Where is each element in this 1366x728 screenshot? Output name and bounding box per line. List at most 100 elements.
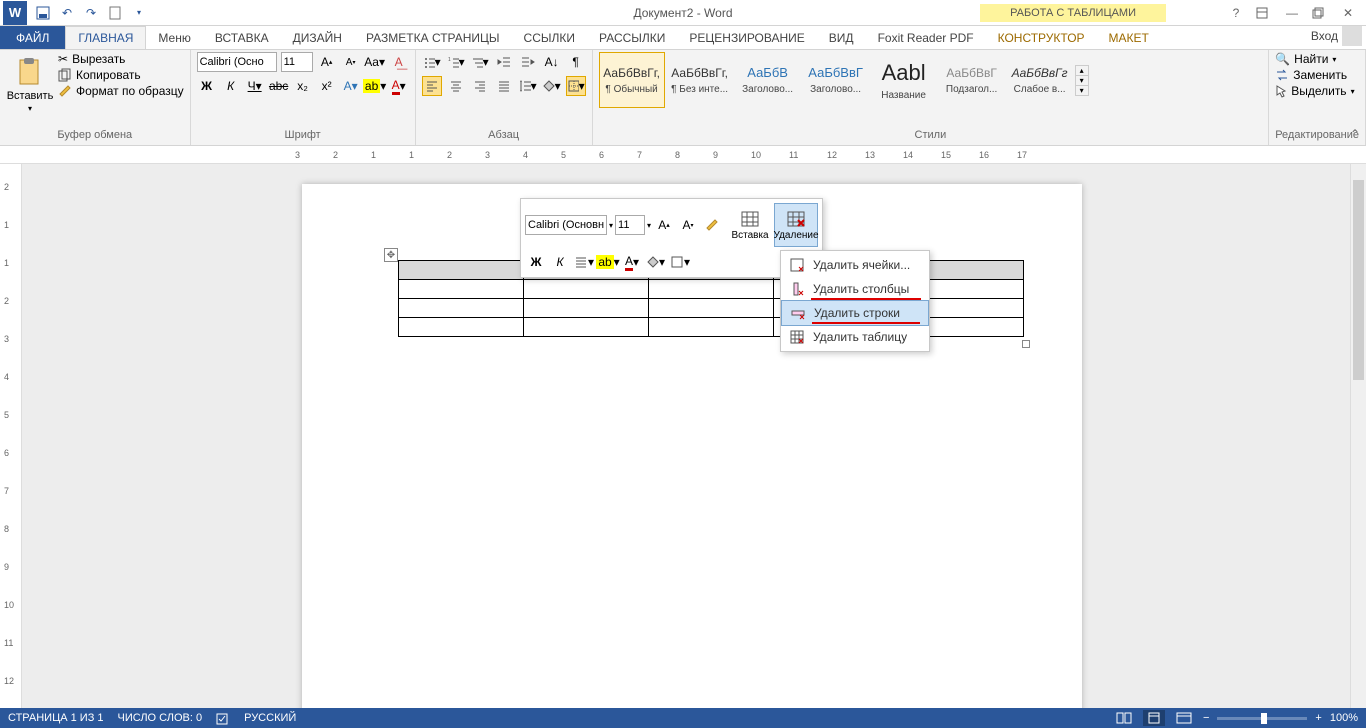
underline-button[interactable]: Ч▾ (245, 76, 265, 96)
align-center-button[interactable] (446, 76, 466, 96)
style-subtitle[interactable]: АаБбВвГПодзагол... (939, 52, 1005, 108)
clear-format-icon[interactable]: A͟ (389, 52, 409, 72)
strike-button[interactable]: abc (269, 76, 289, 96)
redo-icon[interactable]: ↷ (83, 5, 99, 21)
close-icon[interactable]: ✕ (1340, 6, 1356, 20)
align-left-button[interactable] (422, 76, 442, 96)
tab-design[interactable]: ДИЗАЙН (281, 26, 354, 49)
mini-borders-icon[interactable]: ▾ (669, 251, 691, 273)
mini-italic-button[interactable]: К (549, 251, 571, 273)
scrollbar-thumb[interactable] (1353, 180, 1364, 380)
style-no-spacing[interactable]: АаБбВвГг,¶ Без инте... (667, 52, 733, 108)
undo-icon[interactable]: ↶ (59, 5, 75, 21)
select-button[interactable]: Выделить▾ (1275, 84, 1354, 98)
minimize-icon[interactable]: — (1284, 6, 1300, 20)
mini-font-name[interactable] (525, 215, 607, 235)
table-move-handle-icon[interactable]: ✥ (384, 248, 398, 262)
delete-columns-item[interactable]: Удалить столбцы (781, 277, 929, 301)
tab-foxit[interactable]: Foxit Reader PDF (866, 26, 986, 49)
tab-menu[interactable]: Меню (146, 26, 202, 49)
mini-bold-button[interactable]: Ж (525, 251, 547, 273)
ruler-horizontal[interactable]: 3211234567891011121314151617 (0, 146, 1366, 164)
zoom-out-button[interactable]: − (1203, 712, 1209, 724)
paste-button[interactable]: Вставить ▾ (6, 52, 54, 117)
status-proof-icon[interactable] (216, 711, 230, 725)
delete-rows-item[interactable]: Удалить строки (781, 300, 929, 326)
tab-view[interactable]: ВИД (817, 26, 866, 49)
mini-format-painter-icon[interactable] (701, 214, 723, 236)
copy-button[interactable]: Копировать (58, 68, 184, 82)
mini-shading-icon[interactable]: ▾ (645, 251, 667, 273)
align-justify-button[interactable] (494, 76, 514, 96)
font-size-input[interactable] (281, 52, 313, 72)
status-language[interactable]: РУССКИЙ (244, 712, 296, 724)
tab-mailings[interactable]: РАССЫЛКИ (587, 26, 677, 49)
styles-gallery-scroll[interactable]: ▴▾▾ (1075, 65, 1089, 96)
borders-icon[interactable]: ▾ (566, 76, 586, 96)
vertical-scrollbar[interactable] (1350, 164, 1366, 708)
tab-insert[interactable]: ВСТАВКА (203, 26, 281, 49)
view-web-icon[interactable] (1173, 710, 1195, 726)
signin[interactable]: Вход (1311, 26, 1362, 46)
highlight-icon[interactable]: ab▾ (365, 76, 385, 96)
delete-table-item[interactable]: Удалить таблицу (781, 325, 929, 349)
indent-left-icon[interactable] (494, 52, 514, 72)
style-normal[interactable]: АаБбВвГг,¶ Обычный (599, 52, 665, 108)
mini-font-size[interactable] (615, 215, 645, 235)
mini-delete-button[interactable]: Удаление (774, 203, 818, 247)
bullets-icon[interactable]: ▾ (422, 52, 442, 72)
qat-dropdown-icon[interactable]: ▾ (131, 5, 147, 21)
mini-insert-button[interactable]: Вставка (728, 203, 772, 247)
ribbon-collapse-icon[interactable]: ⌃ (1350, 127, 1360, 141)
restore-icon[interactable] (1312, 7, 1328, 19)
style-heading2[interactable]: АаБбВвГЗаголово... (803, 52, 869, 108)
table-resize-handle[interactable] (1022, 340, 1030, 348)
find-button[interactable]: 🔍Найти▾ (1275, 52, 1354, 66)
tab-references[interactable]: ССЫЛКИ (512, 26, 587, 49)
mini-font-color-icon[interactable]: A▾ (621, 251, 643, 273)
status-words[interactable]: ЧИСЛО СЛОВ: 0 (118, 712, 203, 724)
view-read-icon[interactable] (1113, 710, 1135, 726)
superscript-button[interactable]: x² (317, 76, 337, 96)
tab-page-layout[interactable]: РАЗМЕТКА СТРАНИЦЫ (354, 26, 512, 49)
tab-table-layout[interactable]: МАКЕТ (1097, 26, 1161, 49)
font-name-input[interactable] (197, 52, 277, 72)
zoom-level[interactable]: 100% (1330, 712, 1358, 724)
save-icon[interactable] (35, 5, 51, 21)
replace-button[interactable]: Заменить (1275, 68, 1354, 82)
show-marks-icon[interactable]: ¶ (566, 52, 586, 72)
sort-icon[interactable]: A↓ (542, 52, 562, 72)
mini-grow-font-icon[interactable]: A▴ (653, 214, 675, 236)
text-effects-icon[interactable]: A▾ (341, 76, 361, 96)
style-heading1[interactable]: АаБбВЗаголово... (735, 52, 801, 108)
align-right-button[interactable] (470, 76, 490, 96)
multilevel-icon[interactable]: ▾ (470, 52, 490, 72)
mini-align-icon[interactable]: ▾ (573, 251, 595, 273)
line-spacing-icon[interactable]: ▾ (518, 76, 538, 96)
subscript-button[interactable]: x₂ (293, 76, 313, 96)
status-page[interactable]: СТРАНИЦА 1 ИЗ 1 (8, 712, 104, 724)
shrink-font-icon[interactable]: A▾ (341, 52, 361, 72)
format-painter-button[interactable]: Формат по образцу (58, 84, 184, 98)
view-print-icon[interactable] (1143, 710, 1165, 726)
tab-file[interactable]: ФАЙЛ (0, 26, 65, 49)
bold-button[interactable]: Ж (197, 76, 217, 96)
delete-cells-item[interactable]: Удалить ячейки... (781, 253, 929, 277)
italic-button[interactable]: К (221, 76, 241, 96)
numbering-icon[interactable]: 1▾ (446, 52, 466, 72)
tab-review[interactable]: РЕЦЕНЗИРОВАНИЕ (677, 26, 816, 49)
ruler-vertical[interactable]: 2112345678910111213 (0, 164, 22, 708)
tab-table-design[interactable]: КОНСТРУКТОР (986, 26, 1097, 49)
tab-home[interactable]: ГЛАВНАЯ (65, 26, 146, 49)
new-doc-icon[interactable] (107, 5, 123, 21)
ribbon-options-icon[interactable] (1256, 7, 1272, 19)
mini-shrink-font-icon[interactable]: A▾ (677, 214, 699, 236)
cut-button[interactable]: ✂Вырезать (58, 52, 184, 66)
change-case-icon[interactable]: Aa▾ (365, 52, 385, 72)
zoom-in-button[interactable]: + (1315, 712, 1321, 724)
style-weak[interactable]: АаБбВвГгСлабое в... (1007, 52, 1073, 108)
indent-right-icon[interactable] (518, 52, 538, 72)
mini-highlight-icon[interactable]: ab▾ (597, 251, 619, 273)
style-title[interactable]: AablНазвание (871, 52, 937, 108)
font-color-icon[interactable]: A▾ (389, 76, 409, 96)
